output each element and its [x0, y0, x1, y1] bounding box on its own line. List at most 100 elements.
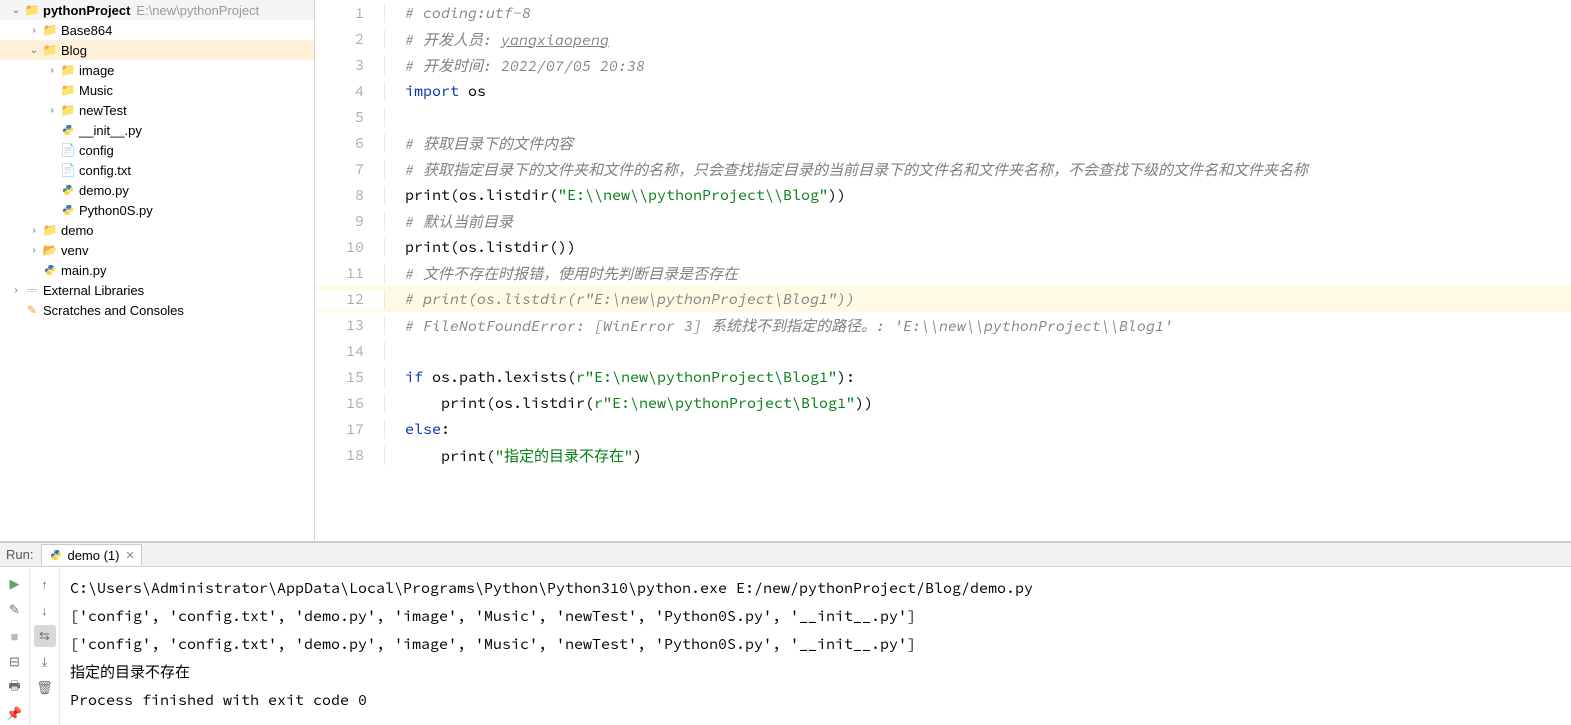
pin-button[interactable]: 📌	[4, 703, 26, 725]
code-line[interactable]: 13 # FileNotFoundError: [WinError 3] 系统找不…	[315, 312, 1571, 338]
scroll-button[interactable]: ⤓	[34, 651, 56, 673]
python-icon	[42, 262, 58, 278]
folder-icon: 📁	[60, 82, 76, 98]
tree-item-label: Music	[79, 83, 113, 98]
line-number: 11	[315, 264, 385, 283]
code-line[interactable]: 7# 获取指定目录下的文件夹和文件的名称，只会查找指定目录的当前目录下的文件名和…	[315, 156, 1571, 182]
code-text: # coding:utf-8	[399, 4, 531, 23]
expand-arrow-icon[interactable]: ›	[26, 245, 42, 256]
code-text: else:	[399, 420, 450, 439]
tree-item-label: config	[79, 143, 114, 158]
code-line[interactable]: 1# coding:utf-8	[315, 0, 1571, 26]
stop-button[interactable]: ■	[4, 625, 26, 647]
run-toolbar-right: ↑ ↓ ⇆ ⤓ 🗑	[30, 567, 60, 725]
tree-item[interactable]: ⌄📁Blog	[0, 40, 314, 60]
code-text: print(os.listdir())	[399, 238, 576, 257]
code-line[interactable]: 8print(os.listdir("E:\\new\\pythonProjec…	[315, 182, 1571, 208]
code-text: # 默认当前目录	[399, 211, 513, 232]
tree-item[interactable]: demo.py	[0, 180, 314, 200]
close-icon[interactable]: ✕	[126, 549, 135, 562]
code-text: print(os.listdir("E:\\new\\pythonProject…	[399, 186, 846, 205]
code-line[interactable]: 5	[315, 104, 1571, 130]
code-line[interactable]: 12# print(os.listdir(r"E:\new\pythonProj…	[315, 286, 1571, 312]
tree-item[interactable]: __init__.py	[0, 120, 314, 140]
expand-arrow-icon[interactable]: ›	[26, 225, 42, 236]
code-line[interactable]: 18 print("指定的目录不存在")	[315, 442, 1571, 468]
folder-open-icon: 📂	[42, 242, 58, 258]
tree-item[interactable]: 📄config.txt	[0, 160, 314, 180]
tree-item-label: config.txt	[79, 163, 131, 178]
folder-icon: 📁	[60, 62, 76, 78]
run-tab-bar: Run: demo (1) ✕	[0, 543, 1571, 567]
run-tab[interactable]: demo (1) ✕	[41, 544, 141, 565]
code-line[interactable]: 2# 开发人员: yangxiaopeng	[315, 26, 1571, 52]
tree-item[interactable]: main.py	[0, 260, 314, 280]
tree-item[interactable]: Python0S.py	[0, 200, 314, 220]
console-line: ['config', 'config.txt', 'demo.py', 'ima…	[70, 603, 1561, 631]
code-line[interactable]: 17else:	[315, 416, 1571, 442]
expand-arrow-icon[interactable]: ›	[44, 65, 60, 76]
library-icon: ⎓	[24, 282, 40, 298]
code-text: print(os.listdir(r"E:\new\pythonProject\…	[399, 394, 873, 413]
run-tab-label: demo (1)	[67, 548, 119, 563]
code-line[interactable]: 9# 默认当前目录	[315, 208, 1571, 234]
console-line: Process finished with exit code 0	[70, 687, 1561, 715]
line-number: 6	[315, 134, 385, 153]
tree-item[interactable]: ›📂venv	[0, 240, 314, 260]
print-button[interactable]: 🖶	[4, 677, 26, 699]
run-toolbar-left: ▶ ✎ ■ ⊟ 🖶 📌	[0, 567, 30, 725]
code-text: # 开发人员: yangxiaopeng	[399, 29, 609, 50]
expand-arrow-icon[interactable]: ⌄	[8, 5, 24, 16]
line-number: 13	[315, 316, 385, 335]
tree-item-label: Scratches and Consoles	[43, 303, 184, 318]
trash-button[interactable]: 🗑	[34, 677, 56, 699]
code-line[interactable]: 11# 文件不存在时报错，使用时先判断目录是否存在	[315, 260, 1571, 286]
code-text: # FileNotFoundError: [WinError 3] 系统找不到指…	[399, 315, 1173, 336]
tree-item[interactable]: ›📁demo	[0, 220, 314, 240]
tree-item[interactable]: ›⎓External Libraries	[0, 280, 314, 300]
tree-item[interactable]: ⌄📁pythonProjectE:\new\pythonProject	[0, 0, 314, 20]
layout-button[interactable]: ⊟	[4, 651, 26, 673]
expand-arrow-icon[interactable]: ›	[44, 105, 60, 116]
project-tree[interactable]: ⌄📁pythonProjectE:\new\pythonProject›📁Bas…	[0, 0, 315, 541]
code-line[interactable]: 16 print(os.listdir(r"E:\new\pythonProje…	[315, 390, 1571, 416]
tree-item[interactable]: ›📁newTest	[0, 100, 314, 120]
line-number: 4	[315, 82, 385, 101]
code-line[interactable]: 3# 开发时间: 2022/07/05 20:38	[315, 52, 1571, 78]
wrap-button[interactable]: ⇆	[34, 625, 56, 647]
code-line[interactable]: 15if os.path.lexists(r"E:\new\pythonProj…	[315, 364, 1571, 390]
line-number: 15	[315, 368, 385, 387]
tree-item[interactable]: ✎Scratches and Consoles	[0, 300, 314, 320]
line-number: 12	[315, 290, 385, 309]
tools-button[interactable]: ✎	[4, 599, 26, 621]
code-line[interactable]: 14	[315, 338, 1571, 364]
console-line: C:\Users\Administrator\AppData\Local\Pro…	[70, 575, 1561, 603]
code-text: import os	[399, 82, 486, 101]
tree-item[interactable]: ›📁Base864	[0, 20, 314, 40]
tree-item[interactable]: ›📁image	[0, 60, 314, 80]
expand-arrow-icon[interactable]: ›	[8, 285, 24, 296]
code-line[interactable]: 4 import os	[315, 78, 1571, 104]
tree-item-label: Blog	[61, 43, 87, 58]
tree-item-label: demo.py	[79, 183, 129, 198]
tree-item-label: External Libraries	[43, 283, 144, 298]
tree-item-label: __init__.py	[79, 123, 142, 138]
expand-arrow-icon[interactable]: ›	[26, 25, 42, 36]
line-number: 7	[315, 160, 385, 179]
code-line[interactable]: 6# 获取目录下的文件内容	[315, 130, 1571, 156]
down-button[interactable]: ↓	[34, 599, 56, 621]
expand-arrow-icon[interactable]: ⌄	[26, 45, 42, 56]
tree-item-label: Base864	[61, 23, 112, 38]
tree-item[interactable]: 📄config	[0, 140, 314, 160]
up-button[interactable]: ↑	[34, 573, 56, 595]
rerun-button[interactable]: ▶	[4, 573, 26, 595]
code-line[interactable]: 10print(os.listdir())	[315, 234, 1571, 260]
code-editor[interactable]: 1# coding:utf-82# 开发人员: yangxiaopeng3# 开…	[315, 0, 1571, 541]
console-output[interactable]: C:\Users\Administrator\AppData\Local\Pro…	[60, 567, 1571, 725]
python-icon	[60, 202, 76, 218]
python-icon	[60, 122, 76, 138]
tree-item-label: main.py	[61, 263, 107, 278]
tree-item-label: demo	[61, 223, 94, 238]
folder-icon: 📁	[42, 222, 58, 238]
tree-item[interactable]: 📁Music	[0, 80, 314, 100]
